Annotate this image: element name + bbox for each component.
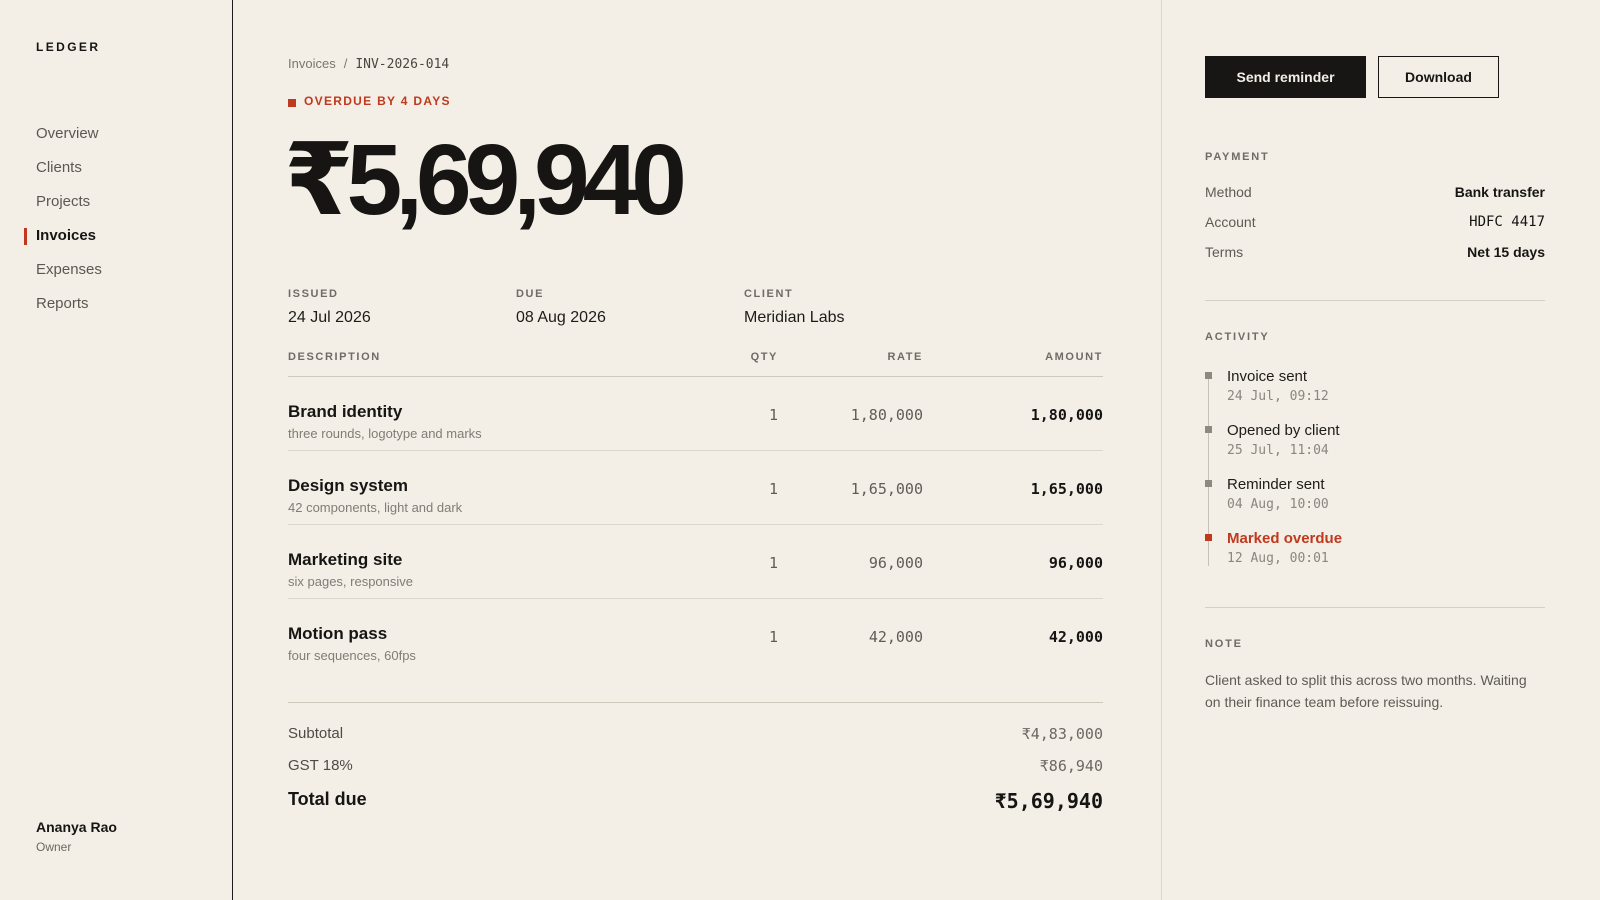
divider <box>1205 607 1545 608</box>
event-title: Opened by client <box>1227 422 1340 439</box>
item-description: four sequences, 60fps <box>288 648 416 663</box>
gst-value: ₹86,940 <box>1039 757 1103 775</box>
breadcrumb-current: INV-2026-014 <box>355 57 450 72</box>
item-qty: 1 <box>768 480 778 498</box>
detail-panel: Send reminder Download PAYMENT Method Ba… <box>1161 0 1600 900</box>
activity-section-label: ACTIVITY <box>1205 331 1270 343</box>
note-text: Client asked to split this across two mo… <box>1205 672 1527 710</box>
payment-account-label: Account <box>1205 214 1256 230</box>
timeline-marker-icon <box>1205 372 1212 379</box>
item-description: three rounds, logotype and marks <box>288 426 482 441</box>
total-value: ₹5,69,940 <box>994 789 1103 813</box>
table-row: Brand identity three rounds, logotype an… <box>288 377 1103 451</box>
item-amount: 42,000 <box>1048 628 1103 646</box>
payment-terms-label: Terms <box>1205 244 1244 260</box>
payment-method-label: Method <box>1205 184 1252 200</box>
payment-account-value: HDFC 4417 <box>1469 214 1545 230</box>
item-qty: 1 <box>768 554 778 572</box>
user-name: Ananya Rao <box>36 819 117 835</box>
item-qty: 1 <box>768 406 778 424</box>
send-reminder-button[interactable]: Send reminder <box>1205 56 1366 98</box>
breadcrumb-invoices-link[interactable]: Invoices <box>288 56 336 71</box>
meta-label: CLIENT <box>744 288 794 300</box>
col-description: DESCRIPTION <box>288 351 381 363</box>
item-title: Brand identity <box>288 402 403 421</box>
line-items: Brand identity three rounds, logotype an… <box>288 377 1103 673</box>
item-description: six pages, responsive <box>288 574 414 589</box>
item-qty: 1 <box>768 628 778 646</box>
item-amount: 1,80,000 <box>1030 406 1103 424</box>
sidebar-item-reports[interactable]: Reports <box>0 287 233 321</box>
meta-label: ISSUED <box>288 288 339 300</box>
col-amount: AMOUNT <box>1045 351 1103 363</box>
payment-method: Method Bank transfer <box>1205 184 1545 204</box>
sidebar-item-overview[interactable]: Overview <box>0 117 233 151</box>
table-row: Motion pass four sequences, 60fps 1 42,0… <box>288 599 1103 673</box>
invoice-amount: ₹5,69,940 <box>284 124 687 236</box>
total-label: Total due <box>288 789 367 809</box>
invoice-main: Invoices / INV-2026-014 OVERDUE BY 4 DAYS … <box>233 0 1161 900</box>
meta-value: 24 Jul 2026 <box>288 309 371 326</box>
payment-section-label: PAYMENT <box>1205 151 1270 163</box>
sidebar-item-expenses[interactable]: Expenses <box>0 253 233 287</box>
sidebar: LEDGER Overview Clients Projects Invoice… <box>0 0 233 900</box>
meta-value: 08 Aug 2026 <box>516 309 606 326</box>
sidebar-item-clients[interactable]: Clients <box>0 151 233 185</box>
meta-client: CLIENT Meridian Labs <box>744 288 845 327</box>
meta-issued: ISSUED 24 Jul 2026 <box>288 288 371 327</box>
note-section-label: NOTE <box>1205 638 1243 650</box>
item-rate: 1,65,000 <box>850 480 923 498</box>
col-rate: RATE <box>887 351 923 363</box>
timeline-alert-marker-icon <box>1205 534 1212 541</box>
event-time: 12 Aug, 00:01 <box>1227 551 1329 566</box>
item-rate: 96,000 <box>868 554 923 572</box>
payment-method-value: Bank transfer <box>1454 184 1545 200</box>
item-amount: 1,65,000 <box>1030 480 1103 498</box>
item-title: Design system <box>288 476 408 495</box>
breadcrumb: Invoices / INV-2026-014 <box>288 56 449 72</box>
item-rate: 1,80,000 <box>850 406 923 424</box>
table-row: Design system 42 components, light and d… <box>288 451 1103 525</box>
breadcrumb-separator: / <box>343 56 348 71</box>
activity-timeline: Invoice sent 24 Jul, 09:12 Opened by cli… <box>1205 368 1545 568</box>
gst-label: GST 18% <box>288 757 353 774</box>
item-description: 42 components, light and dark <box>288 500 463 515</box>
sidebar-item-invoices[interactable]: Invoices <box>0 219 233 253</box>
event-time: 04 Aug, 10:00 <box>1227 497 1329 512</box>
user-role: Owner <box>36 840 72 854</box>
event-title: Invoice sent <box>1227 368 1308 385</box>
invoice-totals: Subtotal ₹4,83,000 GST 18% ₹86,940 Total… <box>288 702 1103 813</box>
status-text: OVERDUE BY 4 DAYS <box>304 94 451 108</box>
col-qty: QTY <box>750 351 778 363</box>
sidebar-item-projects[interactable]: Projects <box>0 185 233 219</box>
payment-account: Account HDFC 4417 <box>1205 214 1545 234</box>
status-dot-icon <box>288 98 296 107</box>
item-title: Marketing site <box>288 550 403 569</box>
meta-value[interactable]: Meridian Labs <box>744 309 845 327</box>
item-title: Motion pass <box>288 624 388 643</box>
table-header: DESCRIPTION QTY RATE AMOUNT <box>288 351 1103 377</box>
payment-terms-value: Net 15 days <box>1467 244 1545 260</box>
item-rate: 42,000 <box>868 628 923 646</box>
user-profile[interactable]: Ananya Rao Owner <box>36 819 117 854</box>
item-amount: 96,000 <box>1048 554 1103 572</box>
meta-label: DUE <box>516 288 545 300</box>
download-button[interactable]: Download <box>1378 56 1499 98</box>
event-time: 24 Jul, 09:12 <box>1227 389 1329 404</box>
meta-due: DUE 08 Aug 2026 <box>516 288 606 327</box>
timeline-marker-icon <box>1205 426 1212 433</box>
status-badge: OVERDUE BY 4 DAYS <box>288 94 451 108</box>
event-title: Reminder sent <box>1227 476 1325 493</box>
subtotal-label: Subtotal <box>288 725 344 742</box>
divider <box>1205 300 1545 301</box>
subtotal-value: ₹4,83,000 <box>1021 725 1103 743</box>
timeline-marker-icon <box>1205 480 1212 487</box>
sidebar-nav: Overview Clients Projects Invoices Expen… <box>0 117 233 321</box>
payment-terms: Terms Net 15 days <box>1205 244 1545 264</box>
brand-logo: LEDGER <box>36 40 101 54</box>
event-title: Marked overdue <box>1227 530 1343 547</box>
event-time: 25 Jul, 11:04 <box>1227 443 1329 458</box>
table-row: Marketing site six pages, responsive 1 9… <box>288 525 1103 599</box>
